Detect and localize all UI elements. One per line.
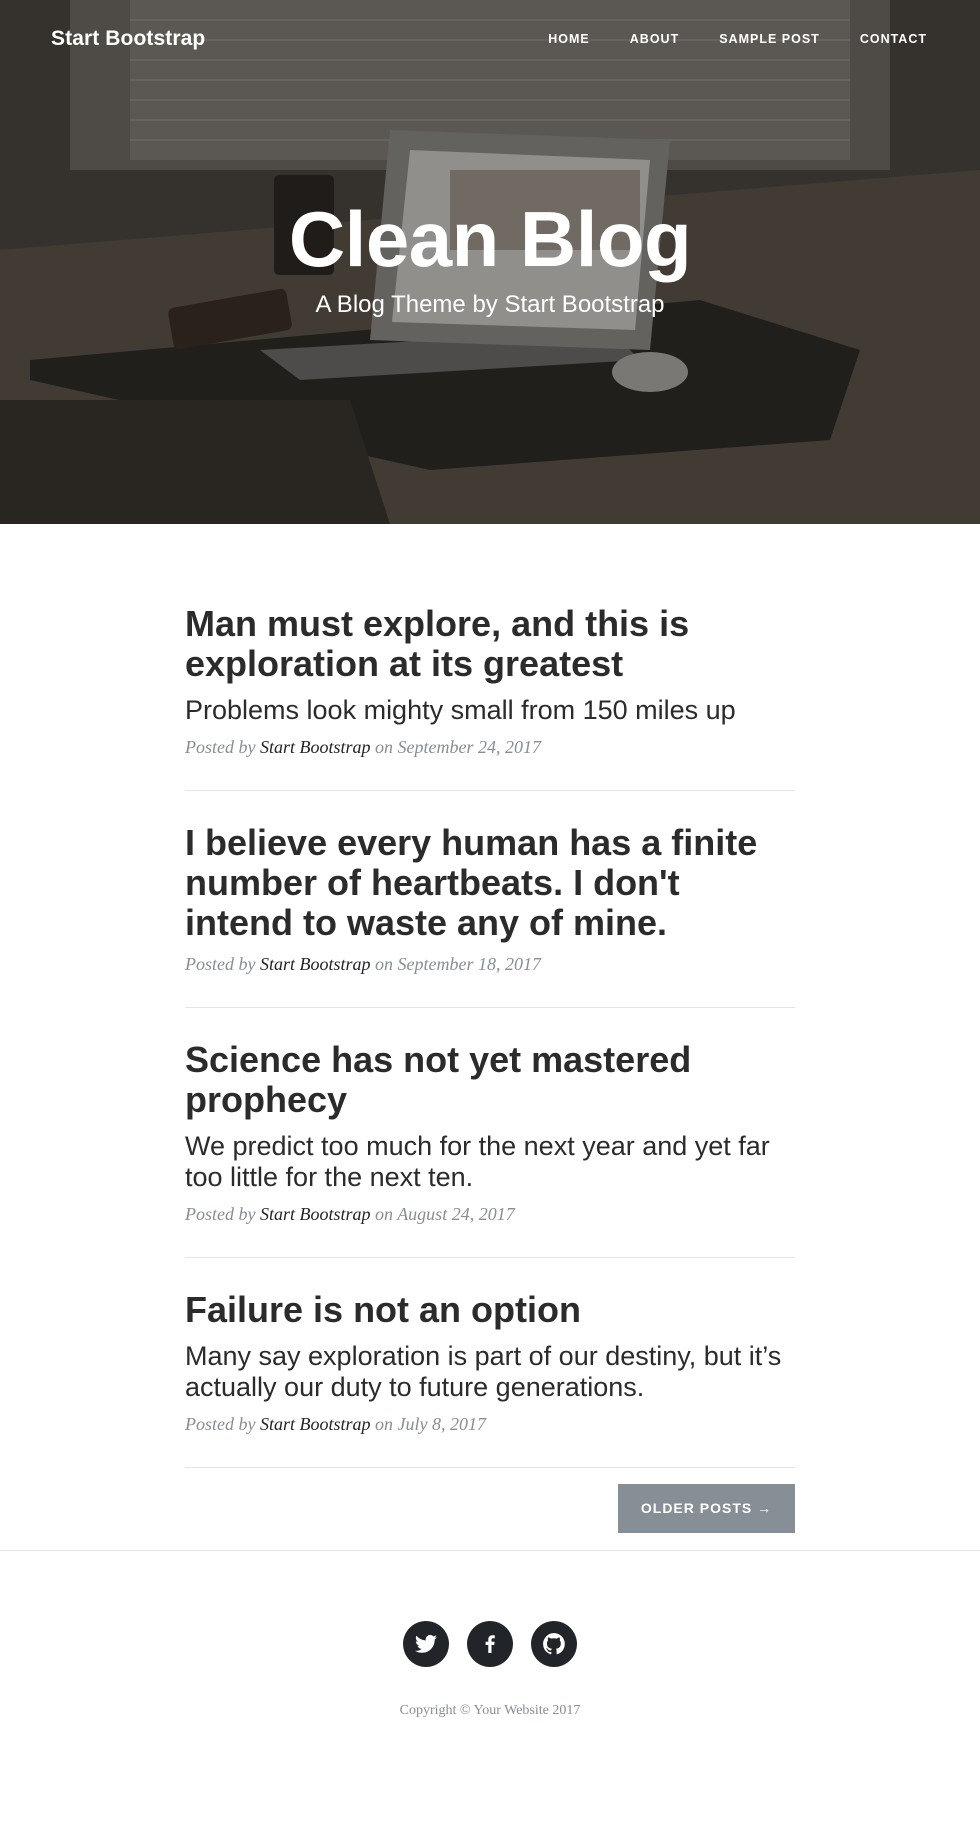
post-meta: Posted by Start Bootstrap on August 24, …	[185, 1204, 795, 1225]
facebook-link[interactable]	[467, 1620, 513, 1667]
post-meta-on: on	[375, 954, 393, 975]
post-link[interactable]: I believe every human has a finite numbe…	[185, 823, 795, 942]
post-preview: I believe every human has a finite numbe…	[185, 823, 795, 1009]
older-posts-button[interactable]: Older Posts →	[618, 1483, 795, 1533]
site-title: Clean Blog	[288, 195, 692, 283]
post-meta: Posted by Start Bootstrap on July 8, 201…	[185, 1414, 795, 1435]
nav-links: Home About Sample Post Contact	[528, 32, 929, 46]
post-meta: Posted by Start Bootstrap on September 1…	[185, 954, 795, 975]
nav-about-link[interactable]: About	[610, 32, 699, 46]
post-date: September 24, 2017	[397, 737, 541, 758]
twitter-link[interactable]	[403, 1620, 449, 1667]
post-meta-prefix: Posted by	[185, 954, 256, 975]
post-subtitle: Many say exploration is part of our dest…	[185, 1341, 782, 1402]
social-links	[0, 1620, 980, 1667]
footer: Copyright © Your Website 2017	[0, 1549, 980, 1719]
post-title: Failure is not an option	[185, 1288, 581, 1330]
main-nav: Start Bootstrap Home About Sample Post C…	[0, 0, 980, 78]
post-meta-prefix: Posted by	[185, 1203, 256, 1224]
github-icon	[543, 1633, 565, 1655]
nav-sample-post-link[interactable]: Sample Post	[699, 32, 840, 46]
site-heading: Clean Blog A Blog Theme by Start Bootstr…	[0, 200, 980, 318]
github-link[interactable]	[531, 1620, 577, 1667]
post-title: I believe every human has a finite numbe…	[185, 822, 758, 943]
post-meta: Posted by Start Bootstrap on September 2…	[185, 737, 795, 758]
post-meta-on: on	[375, 1413, 393, 1434]
twitter-icon	[415, 1634, 437, 1653]
post-subtitle: Problems look mighty small from 150 mile…	[185, 695, 736, 726]
post-preview: Science has not yet mastered prophecy We…	[185, 1040, 795, 1258]
post-author-link[interactable]: Start Bootstrap	[260, 737, 371, 757]
post-link[interactable]: Science has not yet mastered prophecy We…	[185, 1040, 795, 1192]
post-preview: Failure is not an option Many say explor…	[185, 1290, 795, 1468]
post-preview: Man must explore, and this is exploratio…	[185, 603, 795, 792]
nav-home-link[interactable]: Home	[528, 32, 610, 46]
masthead: Start Bootstrap Home About Sample Post C…	[0, 0, 980, 524]
post-date: September 18, 2017	[397, 954, 541, 975]
pager: Older Posts →	[185, 1483, 795, 1550]
post-title: Man must explore, and this is exploratio…	[185, 603, 690, 684]
copyright-text: Copyright © Your Website 2017	[399, 1702, 581, 1718]
post-list: Man must explore, and this is exploratio…	[185, 524, 795, 1550]
post-title: Science has not yet mastered prophecy	[185, 1039, 692, 1120]
post-meta-prefix: Posted by	[185, 737, 256, 758]
post-subtitle: We predict too much for the next year an…	[185, 1131, 770, 1192]
brand-link[interactable]: Start Bootstrap	[51, 27, 205, 51]
site-subtitle: A Blog Theme by Start Bootstrap	[315, 291, 665, 318]
post-author-link[interactable]: Start Bootstrap	[260, 954, 371, 974]
post-date: July 8, 2017	[397, 1413, 486, 1434]
nav-contact-link[interactable]: Contact	[840, 32, 929, 46]
post-date: August 24, 2017	[397, 1203, 515, 1224]
post-link[interactable]: Man must explore, and this is exploratio…	[185, 603, 795, 726]
post-meta-on: on	[375, 1203, 393, 1224]
post-author-link[interactable]: Start Bootstrap	[260, 1204, 371, 1224]
post-meta-prefix: Posted by	[185, 1413, 256, 1434]
post-link[interactable]: Failure is not an option Many say explor…	[185, 1290, 795, 1402]
post-meta-on: on	[375, 737, 393, 758]
post-author-link[interactable]: Start Bootstrap	[260, 1414, 371, 1434]
facebook-icon	[485, 1635, 495, 1653]
